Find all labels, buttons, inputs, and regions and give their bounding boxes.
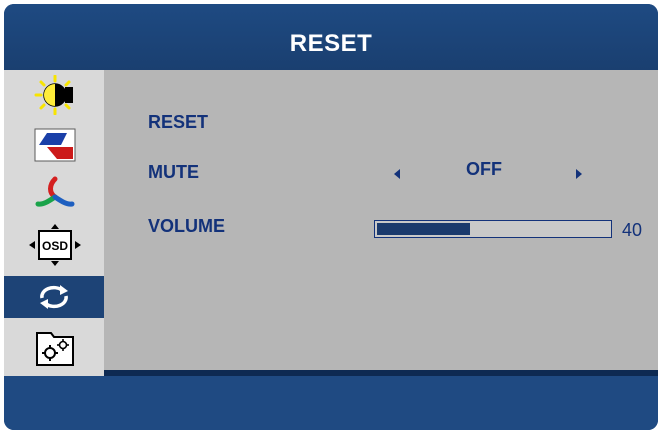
volume-value: 40 [622,220,643,240]
reset-option-label[interactable]: RESET [148,112,208,133]
page-title: RESET [289,30,373,57]
mute-value: OFF [466,159,502,179]
volume-slider-fill [377,223,470,235]
svg-text:OSD: OSD [42,239,68,253]
sidebar-item-color[interactable] [24,124,86,166]
title-bar: RESET [4,4,658,70]
menu-panel: RESET MUTE OFF VOLUME 40 [104,70,658,370]
reset-icon [40,285,68,309]
sidebar-item-osd[interactable]: OSD [24,224,86,266]
footer-bar [4,376,658,430]
osd-window: RESET OSD RESET MUTE OFF VOLUME 40 [4,4,658,430]
volume-slider[interactable] [374,220,612,238]
mute-left-arrow-icon[interactable] [394,169,400,179]
mute-right-arrow-icon[interactable] [576,169,582,179]
osd-position-icon: OSD [29,224,81,266]
sidebar-item-setup[interactable] [24,328,86,370]
brightness-contrast-icon [34,75,73,115]
volume-option-label[interactable]: VOLUME [148,216,225,237]
sidebar: OSD [4,70,104,376]
sidebar-item-brightness[interactable] [24,74,86,116]
sidebar-item-reset[interactable] [4,276,104,318]
setup-gears-icon [36,332,74,366]
sidebar-item-rgb[interactable] [24,174,86,216]
rgb-adjust-icon [35,176,75,207]
color-icon [34,128,76,162]
mute-option-label[interactable]: MUTE [148,162,199,183]
